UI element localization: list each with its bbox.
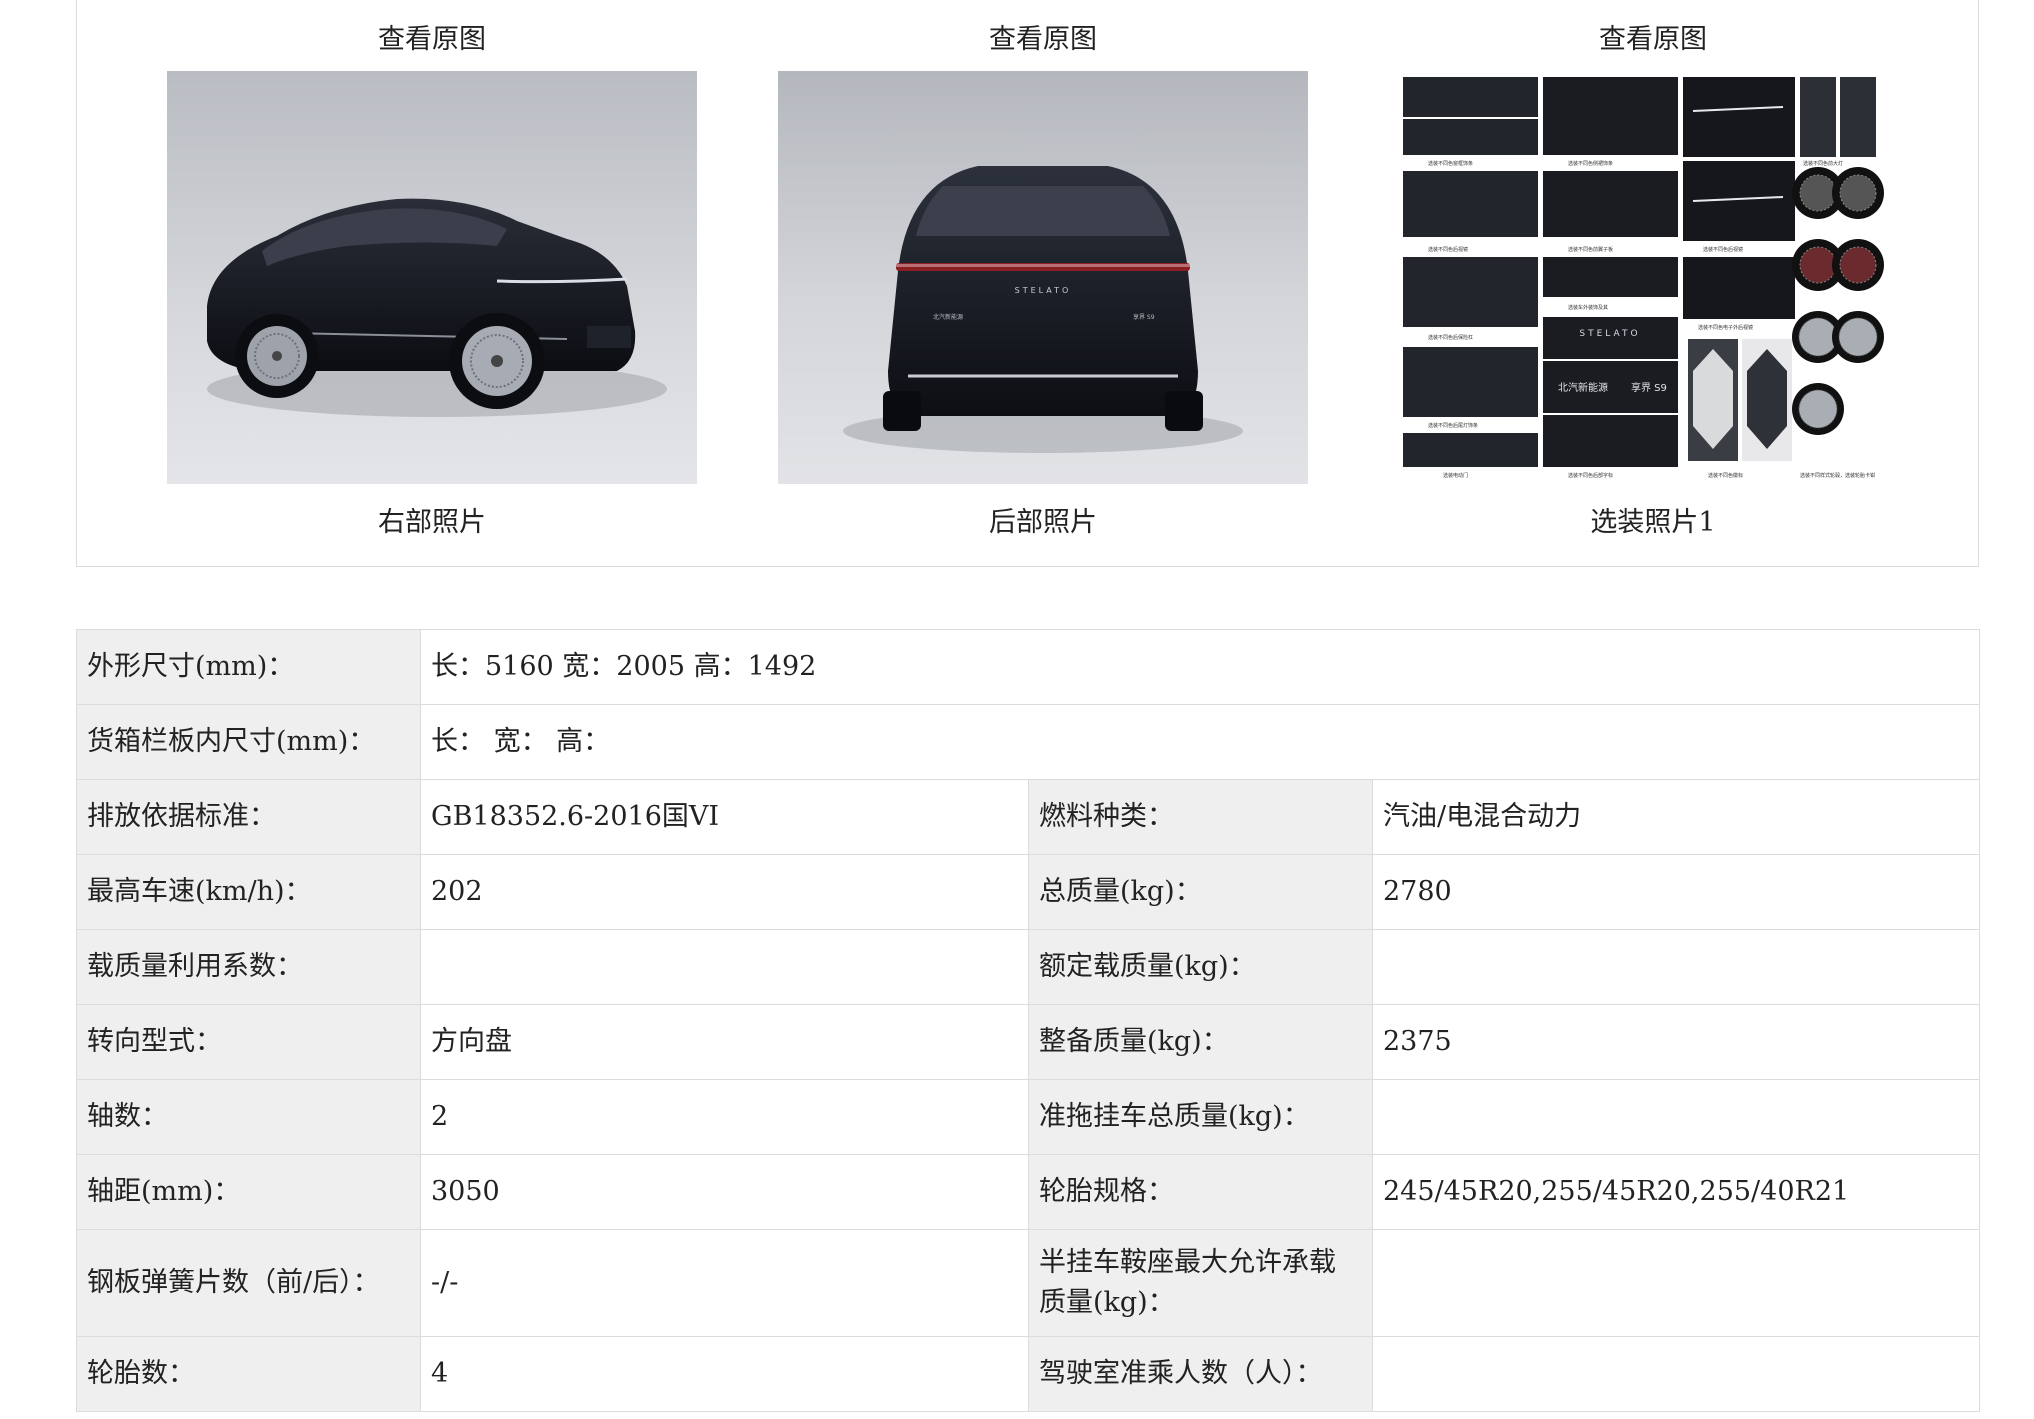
spec-label: 排放依据标准： xyxy=(76,779,421,855)
photo-gallery: 查看原图 右部照片 查看原图 STELATO 北汽新能源 享界 S9 后部照片 … xyxy=(76,0,1979,567)
spec-label: 总质量(kg)： xyxy=(1028,854,1373,930)
spec-value: 245/45R20,255/45R20,255/40R21 xyxy=(1372,1154,1980,1230)
spec-label: 轴数： xyxy=(76,1079,421,1155)
table-row: 轮胎数： 4 驾驶室准乘人数（人）： xyxy=(76,1336,1980,1412)
rear-photo[interactable]: STELATO 北汽新能源 享界 S9 xyxy=(778,71,1308,484)
spec-label: 燃料种类： xyxy=(1028,779,1373,855)
collage-model-text: 享界 S9 xyxy=(1631,381,1667,394)
spec-label: 转向型式： xyxy=(76,1004,421,1080)
spec-value: 2375 xyxy=(1372,1004,1980,1080)
photo-card-rear: 查看原图 STELATO 北汽新能源 享界 S9 后部照片 xyxy=(778,0,1308,538)
spec-value: 长：5160 宽：2005 高：1492 xyxy=(420,629,1980,705)
spec-label: 驾驶室准乘人数（人）： xyxy=(1028,1336,1373,1412)
spec-label: 轮胎规格： xyxy=(1028,1154,1373,1230)
photo-card-optional: 查看原图 STELATO 北汽新能源 享界 S9 选装不同色窗框饰条 选装不同色… xyxy=(1388,0,1918,538)
table-row: 最高车速(km/h)： 202 总质量(kg)： 2780 xyxy=(76,854,1980,930)
rear-badge-left: 北汽新能源 xyxy=(933,313,963,321)
spec-value xyxy=(1372,1229,1980,1337)
view-original-link[interactable]: 查看原图 xyxy=(778,25,1308,55)
collage-caption: 选装电动门 xyxy=(1443,472,1468,479)
spec-label: 外形尺寸(mm)： xyxy=(76,629,421,705)
spec-value: GB18352.6-2016国VI xyxy=(420,779,1029,855)
collage-caption: 选装不同色电子外后视镜 xyxy=(1698,324,1753,331)
spec-label: 最高车速(km/h)： xyxy=(76,854,421,930)
spec-label: 轮胎数： xyxy=(76,1336,421,1412)
collage-stelato-text: STELATO xyxy=(1579,329,1640,339)
spec-label: 轴距(mm)： xyxy=(76,1154,421,1230)
collage-caption: 选装不同色后视镜 xyxy=(1428,246,1468,253)
spec-value xyxy=(1372,929,1980,1005)
spec-value xyxy=(1372,1336,1980,1412)
spec-label: 载质量利用系数： xyxy=(76,929,421,1005)
collage-caption: 选装不同色后部字标 xyxy=(1568,472,1613,479)
collage-caption: 选装不同色后视镜 xyxy=(1703,246,1743,253)
spec-label: 准拖挂车总质量(kg)： xyxy=(1028,1079,1373,1155)
table-row: 货箱栏板内尺寸(mm)： 长： 宽： 高： xyxy=(76,704,1980,780)
spec-label: 额定载质量(kg)： xyxy=(1028,929,1373,1005)
photo-caption: 选装照片1 xyxy=(1590,507,1716,538)
spec-table: 外形尺寸(mm)： 长：5160 宽：2005 高：1492 货箱栏板内尺寸(m… xyxy=(76,629,1980,1412)
rear-brand-badge: STELATO xyxy=(1015,286,1072,295)
table-row: 排放依据标准： GB18352.6-2016国VI 燃料种类： 汽油/电混合动力 xyxy=(76,779,1980,855)
spec-value: 3050 xyxy=(420,1154,1029,1230)
spec-value: 长： 宽： 高： xyxy=(420,704,1980,780)
spec-label: 钢板弹簧片数（前/后）： xyxy=(76,1229,421,1337)
spec-value: -/- xyxy=(420,1229,1029,1337)
spec-label: 半挂车鞍座最大允许承载质量(kg)： xyxy=(1028,1229,1373,1337)
table-row: 外形尺寸(mm)： 长：5160 宽：2005 高：1492 xyxy=(76,629,1980,705)
collage-caption: 选装不同色窗框饰条 xyxy=(1428,160,1473,167)
spec-label: 整备质量(kg)： xyxy=(1028,1004,1373,1080)
collage-caption: 选装车外装饰及其 xyxy=(1568,304,1608,311)
table-row: 钢板弹簧片数（前/后）： -/- 半挂车鞍座最大允许承载质量(kg)： xyxy=(76,1229,1980,1337)
spec-value: 202 xyxy=(420,854,1029,930)
collage-caption: 选装不同色侧裙饰条 xyxy=(1568,160,1613,167)
rear-badge-right: 享界 S9 xyxy=(1133,313,1155,321)
collage-caption: 选装不同色后尾灯饰条 xyxy=(1428,422,1478,429)
collage-brand-text: 北汽新能源 xyxy=(1558,381,1608,394)
spec-value xyxy=(1372,1079,1980,1155)
optional-collage-photo[interactable]: STELATO 北汽新能源 享界 S9 选装不同色窗框饰条 选装不同色侧裙饰条 … xyxy=(1388,71,1918,484)
photo-caption: 右部照片 xyxy=(378,507,486,538)
right-side-photo[interactable] xyxy=(167,71,697,484)
view-original-link[interactable]: 查看原图 xyxy=(1388,25,1918,55)
view-original-link[interactable]: 查看原图 xyxy=(167,25,697,55)
collage-caption: 选装不同色前翼子板 xyxy=(1568,246,1613,253)
spec-value xyxy=(420,929,1029,1005)
spec-value: 4 xyxy=(420,1336,1029,1412)
table-row: 转向型式： 方向盘 整备质量(kg)： 2375 xyxy=(76,1004,1980,1080)
collage-caption: 选装不同色后保险杠 xyxy=(1428,334,1473,341)
photo-caption: 后部照片 xyxy=(989,507,1097,538)
table-row: 轴数： 2 准拖挂车总质量(kg)： xyxy=(76,1079,1980,1155)
spec-value: 2 xyxy=(420,1079,1029,1155)
photo-card-right: 查看原图 右部照片 xyxy=(167,0,697,538)
collage-caption: 选装不同色前大灯 xyxy=(1803,160,1843,167)
spec-value: 2780 xyxy=(1372,854,1980,930)
collage-caption: 选装不同样式轮毂，选装轮胎卡钳 xyxy=(1800,472,1875,479)
spec-label: 货箱栏板内尺寸(mm)： xyxy=(76,704,421,780)
spec-value: 方向盘 xyxy=(420,1004,1029,1080)
table-row: 轴距(mm)： 3050 轮胎规格： 245/45R20,255/45R20,2… xyxy=(76,1154,1980,1230)
spec-value: 汽油/电混合动力 xyxy=(1372,779,1980,855)
collage-caption: 选装不同色徽标 xyxy=(1708,472,1743,479)
table-row: 载质量利用系数： 额定载质量(kg)： xyxy=(76,929,1980,1005)
